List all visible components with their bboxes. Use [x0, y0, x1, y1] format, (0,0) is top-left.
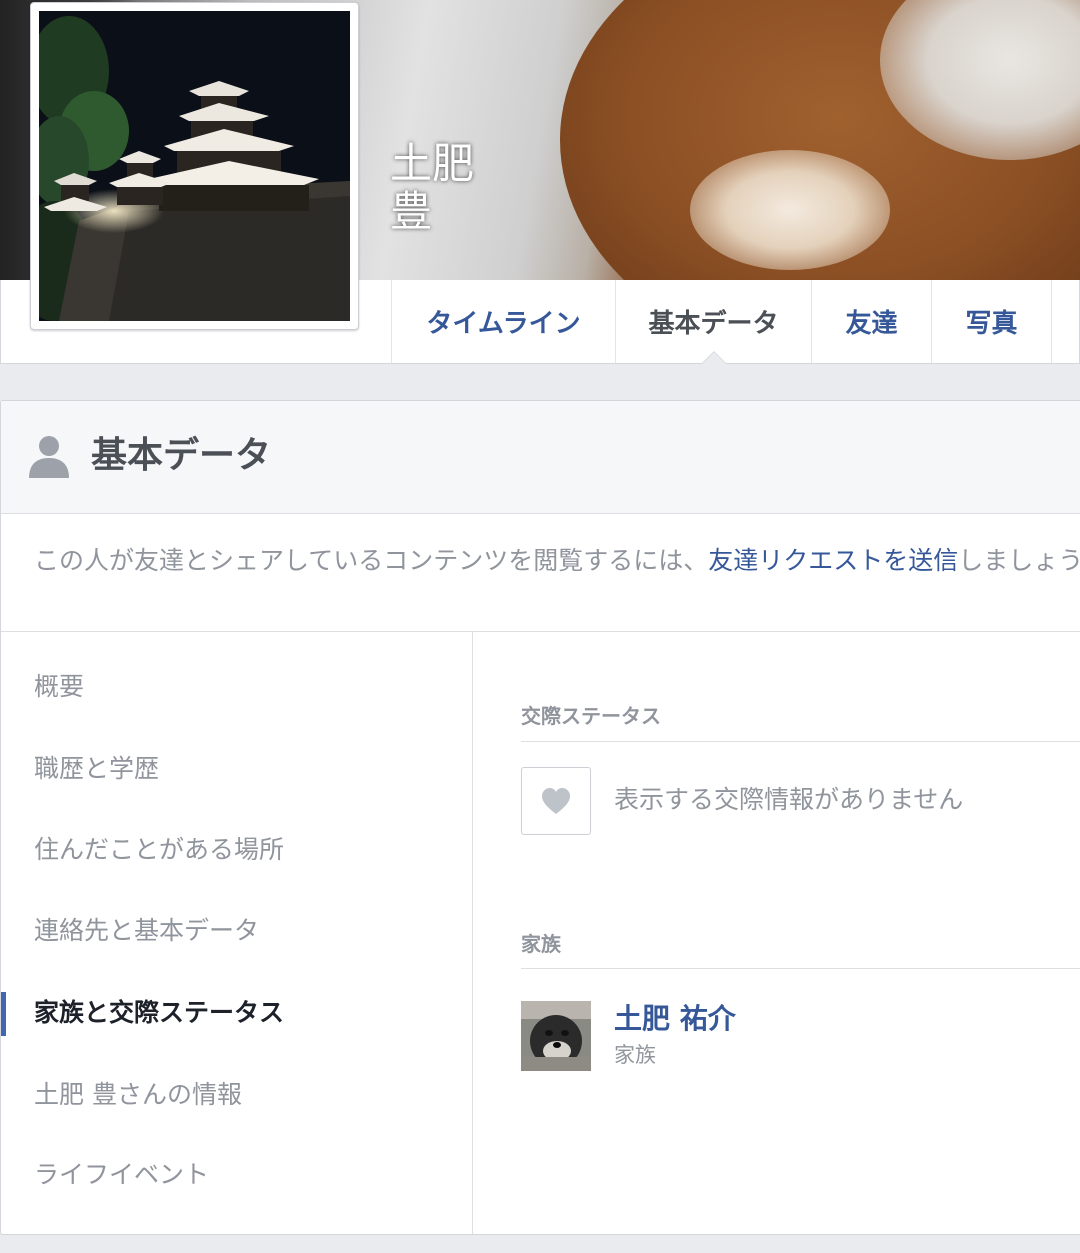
- relationship-icon-box: [521, 767, 591, 835]
- family-section-title: 家族: [521, 932, 561, 956]
- sidebar-item-life-events[interactable]: ライフイベント: [34, 1158, 209, 1192]
- notice-prefix: この人が友達とシェアしているコンテンツを閲覧するには、: [34, 546, 709, 575]
- family-member-name[interactable]: 土肥 祐介: [614, 1001, 736, 1037]
- active-indicator: [1, 992, 6, 1036]
- tab-about-label: 基本データ: [648, 309, 779, 339]
- castle-photo: [39, 11, 350, 321]
- family-member-avatar[interactable]: [521, 1001, 591, 1071]
- sidebar-item-work-education[interactable]: 職歴と学歴: [34, 752, 159, 786]
- person-icon: [29, 436, 69, 478]
- about-content: 交際ステータス 表示する交際情報がありません 家族 土肥 祐介 家族: [521, 632, 1080, 1234]
- about-title: 基本データ: [91, 435, 272, 476]
- profile-name[interactable]: 土肥 豊: [390, 140, 490, 236]
- tab-friends-label: 友達: [845, 309, 898, 339]
- friend-request-notice: この人が友達とシェアしているコンテンツを閲覧するには、友達リクエストを送信しまし…: [1, 514, 1080, 632]
- sidebar-item-family-relationships[interactable]: 家族と交際ステータス: [34, 996, 284, 1030]
- relationship-divider: [521, 741, 1080, 742]
- tab-timeline[interactable]: タイムライン: [392, 280, 616, 363]
- profile-name-line2: 豊: [390, 187, 433, 236]
- profile-picture[interactable]: [30, 2, 359, 330]
- notice-suffix: しましょう。: [958, 546, 1080, 575]
- relationship-section-title: 交際ステータス: [521, 704, 661, 728]
- profile-name-line1: 土肥: [390, 139, 475, 188]
- profile-tabs: タイムライン 基本データ 友達 写真: [391, 280, 1052, 364]
- sidebar-item-places-lived[interactable]: 住んだことがある場所: [34, 833, 284, 867]
- family-divider: [521, 968, 1080, 969]
- family-member-relation: 家族: [614, 1043, 656, 1067]
- tab-about[interactable]: 基本データ: [616, 280, 812, 364]
- sidebar-item-overview[interactable]: 概要: [34, 670, 84, 704]
- no-relationship-info: 表示する交際情報がありません: [614, 785, 964, 814]
- about-header: 基本データ: [1, 401, 1080, 514]
- sidebar-item-contact-basic-info[interactable]: 連絡先と基本データ: [34, 914, 259, 948]
- sidebar-item-details-about[interactable]: 土肥 豊さんの情報: [34, 1078, 242, 1112]
- tab-timeline-label: タイムライン: [426, 309, 581, 339]
- about-card: 基本データ この人が友達とシェアしているコンテンツを閲覧するには、友達リクエスト…: [0, 400, 1080, 1235]
- tab-photos-label: 写真: [965, 309, 1018, 339]
- notice-text: この人が友達とシェアしているコンテンツを閲覧するには、友達リクエストを送信しまし…: [34, 544, 1080, 578]
- heart-icon: [542, 788, 570, 814]
- tab-photos[interactable]: 写真: [932, 280, 1052, 363]
- about-sidebar: 概要 職歴と学歴 住んだことがある場所 連絡先と基本データ 家族と交際ステータス…: [1, 632, 473, 1234]
- send-friend-request-link[interactable]: 友達リクエストを送信: [708, 546, 958, 575]
- about-body: 概要 職歴と学歴 住んだことがある場所 連絡先と基本データ 家族と交際ステータス…: [1, 632, 1080, 1234]
- tab-friends[interactable]: 友達: [812, 280, 932, 363]
